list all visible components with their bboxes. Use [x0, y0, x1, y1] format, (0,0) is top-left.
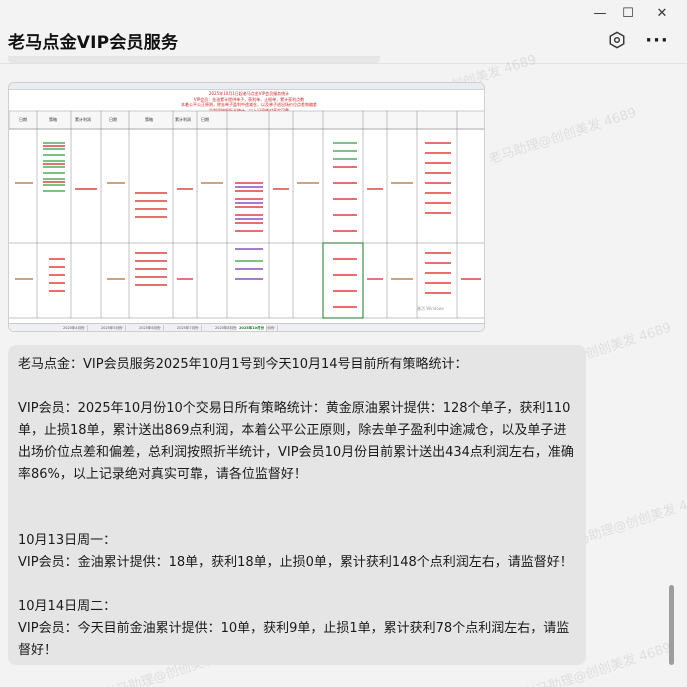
sheet-col-header: 日期 — [109, 117, 117, 122]
sheet-tab[interactable]: 2025年5月份 — [99, 325, 126, 331]
sheet-header-row: 日期 策略 累计利润 日期 策略 累计利润 日期 — [9, 112, 484, 128]
header-divider — [0, 63, 687, 64]
day2-date: 10月14日周二： — [18, 599, 117, 614]
watermark: 老马助理@创创美发 4689 — [487, 105, 639, 168]
message-title: 老马点金：VIP会员服务2025年10月1号到今天10月14号目前所有策略统计： — [18, 357, 468, 372]
hexagon-icon-svg — [609, 31, 625, 49]
chat-scrollbar[interactable] — [669, 585, 674, 665]
sheet-col-header: 策略 — [49, 117, 57, 122]
day1-date: 10月13日周一： — [18, 533, 117, 548]
sheet-col-header: 日期 — [19, 117, 27, 122]
hexagon-icon[interactable] — [605, 28, 629, 52]
sheet-col-header: 日期 — [201, 117, 209, 122]
windows-activation-notice: 激活 Windows — [417, 306, 445, 311]
sheet-tab-bar: 2025年4月份 2025年5月份 2025年6月份 2025年7月份 2025… — [9, 323, 484, 331]
chat-title: 老马点金VIP会员服务 — [8, 33, 179, 53]
sheet-tab[interactable]: 2025年7月份 — [175, 325, 202, 331]
sheet-col-header: 累计利润 — [75, 117, 91, 122]
more-options-icon[interactable]: ··· — [645, 28, 669, 52]
message-summary: VIP会员：2025年10月份10个交易日所有策略统计：黄金原油累计提供：128… — [18, 401, 574, 482]
sheet-tab[interactable]: 2025年8月份 — [213, 325, 240, 331]
day2-text: VIP会员：今天目前金油累计提供：10单，获利9单，止损1单，累计获利78个点利… — [18, 621, 570, 658]
sheet-col-header: 累计利润 — [175, 117, 191, 122]
sheet-tab-active[interactable]: 2025年10月份 — [237, 325, 268, 331]
shared-spreadsheet-image[interactable]: 2025年10月1日起老马点金VIP会员服务统计 VIP会员：金油累计提供单子，… — [8, 82, 485, 332]
sheet-col-header: 策略 — [145, 117, 153, 122]
message-bubble: 老马点金：VIP会员服务2025年10月1号到今天10月14号目前所有策略统计：… — [8, 345, 586, 665]
day1-text: VIP会员：金油累计提供：18单，获利18单，止损0单，累计获利148个点利润左… — [18, 555, 573, 570]
sheet-tab[interactable]: 2025年4月份 — [61, 325, 88, 331]
sheet-tab[interactable]: 2025年6月份 — [137, 325, 164, 331]
